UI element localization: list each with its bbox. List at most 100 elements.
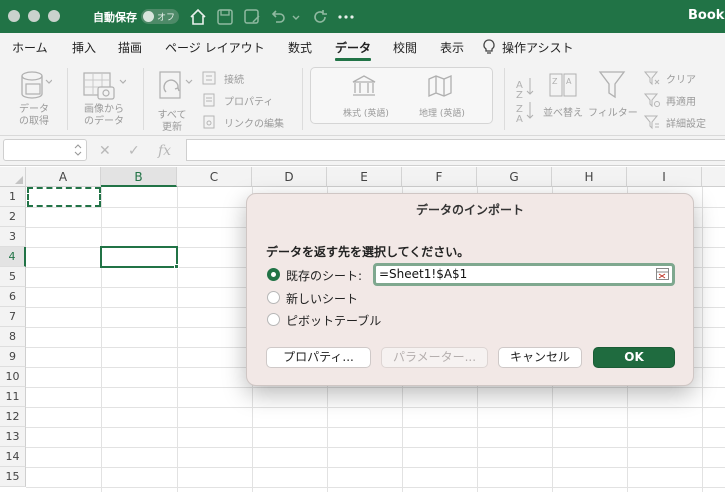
advanced-filter-button[interactable]: 詳細設定 [644,114,724,130]
row-header[interactable]: 11 [0,387,26,407]
destination-reference-input[interactable]: =Sheet1!$A$1 [373,263,675,286]
svg-text:Z: Z [552,77,558,86]
home-icon[interactable] [188,7,208,27]
autosave-toggle[interactable]: オフ [141,9,179,24]
column-header[interactable]: B [101,167,177,187]
sort-button[interactable]: ZA 並べ替え [540,70,584,126]
tab-formulas[interactable]: 数式 [288,39,312,56]
column-header[interactable]: F [402,167,477,187]
range-picker-icon[interactable] [656,268,669,280]
row-header[interactable]: 9 [0,347,26,367]
undo-dropdown-icon[interactable] [291,7,301,27]
map-icon [428,75,452,97]
sort-ascending-icon[interactable]: AZZA [514,74,536,122]
data-types-gallery: 株式 (英語) 地理 (英語) [310,67,493,124]
row-header[interactable]: 8 [0,327,26,347]
row-header[interactable]: 15 [0,467,26,487]
reapply-button[interactable]: 再適用 [644,92,724,108]
column-header[interactable] [702,167,725,187]
refresh-all-button[interactable]: すべて 更新 [150,68,196,133]
row-header[interactable]: 3 [0,227,26,247]
radio-new-sheet[interactable] [267,291,280,304]
radio-pivot-table-label[interactable]: ピボットテーブル [286,312,381,329]
row-header[interactable]: 6 [0,287,26,307]
ribbon-separator [67,68,68,130]
column-header[interactable]: D [252,167,327,187]
radio-pivot-table[interactable] [267,313,280,326]
row-header[interactable]: 10 [0,367,26,387]
tab-insert[interactable]: 挿入 [72,39,96,56]
select-all-icon [15,176,23,184]
redo-icon[interactable] [310,7,330,27]
name-box-stepper-icon[interactable] [74,143,82,157]
row-header[interactable]: 4 [0,247,26,267]
tab-draw[interactable]: 描画 [118,39,142,56]
radio-existing-sheet[interactable] [267,268,280,281]
filter-icon [598,71,626,99]
row-header[interactable]: 2 [0,207,26,227]
tab-home[interactable]: ホーム [12,39,48,56]
column-header[interactable]: H [552,167,627,187]
edit-links-button[interactable]: リンクの編集 [202,114,302,130]
destination-reference-value: =Sheet1!$A$1 [379,267,468,281]
column-header[interactable]: E [327,167,402,187]
get-data-button[interactable]: データ の取得 [10,68,60,130]
geography-button[interactable]: 地理 (英語) [407,70,489,122]
advanced-filter-icon [644,115,659,130]
tab-page-layout[interactable]: ページ レイアウト [165,39,265,56]
tab-review[interactable]: 校閲 [393,39,417,56]
properties-button[interactable]: プロパティ... [266,347,371,368]
undo-icon[interactable] [268,7,288,27]
connections-button[interactable]: 接続 [202,70,292,86]
ok-button[interactable]: OK [593,347,675,368]
document-title: Book1 [688,8,725,23]
tab-tell-me[interactable]: 操作アシスト [502,39,574,56]
active-cell[interactable] [100,246,178,268]
row-header[interactable]: 14 [0,447,26,467]
parameters-button[interactable]: パラメーター... [381,347,488,368]
dialog-prompt: データを返す先を選択してください。 [266,245,470,259]
connections-icon [202,71,216,85]
dialog-title: データのインポート [415,203,524,217]
row-header[interactable]: 7 [0,307,26,327]
tab-data[interactable]: データ [335,39,371,56]
stocks-button[interactable]: 株式 (英語) [319,70,409,122]
insert-function-icon[interactable]: fx [158,143,171,159]
select-all-corner[interactable] [0,167,26,187]
zoom-window-button[interactable] [48,10,60,22]
save-as-icon[interactable] [242,7,262,27]
radio-existing-sheet-label[interactable]: 既存のシート: [286,267,362,284]
column-header[interactable]: A [26,167,101,187]
gridline [26,467,725,468]
advanced-label: 詳細設定 [666,119,706,130]
image-data-icon [83,72,126,100]
minimize-window-button[interactable] [28,10,40,22]
column-header[interactable]: G [477,167,552,187]
cancel-formula-icon[interactable]: ✕ [99,143,111,159]
row-header[interactable]: 13 [0,427,26,447]
name-box[interactable] [3,139,87,161]
radio-new-sheet-label[interactable]: 新しいシート [286,290,358,307]
cancel-button[interactable]: キャンセル [498,347,582,368]
row-header[interactable]: 5 [0,267,26,287]
properties-ribbon-button[interactable]: プロパティ [202,92,292,108]
more-icon[interactable] [336,7,356,27]
reapply-icon [644,93,660,108]
bank-icon [352,75,376,96]
formula-input[interactable] [186,139,725,161]
row-header[interactable]: 1 [0,187,26,207]
row-header[interactable]: 12 [0,407,26,427]
close-window-button[interactable] [8,10,20,22]
clear-filter-button[interactable]: クリア [644,70,724,86]
save-icon[interactable] [215,7,235,27]
data-from-picture-button[interactable]: 画像から のデータ [78,68,132,130]
tab-view[interactable]: 表示 [440,39,464,56]
connections-label: 接続 [224,75,244,86]
column-header[interactable]: C [177,167,252,187]
column-header[interactable]: I [627,167,702,187]
fill-handle[interactable] [174,264,179,269]
destination-cell-marquee[interactable] [27,187,101,207]
filter-button[interactable]: フィルター [586,70,638,126]
gridline [26,407,725,408]
confirm-formula-icon[interactable]: ✓ [128,143,140,159]
